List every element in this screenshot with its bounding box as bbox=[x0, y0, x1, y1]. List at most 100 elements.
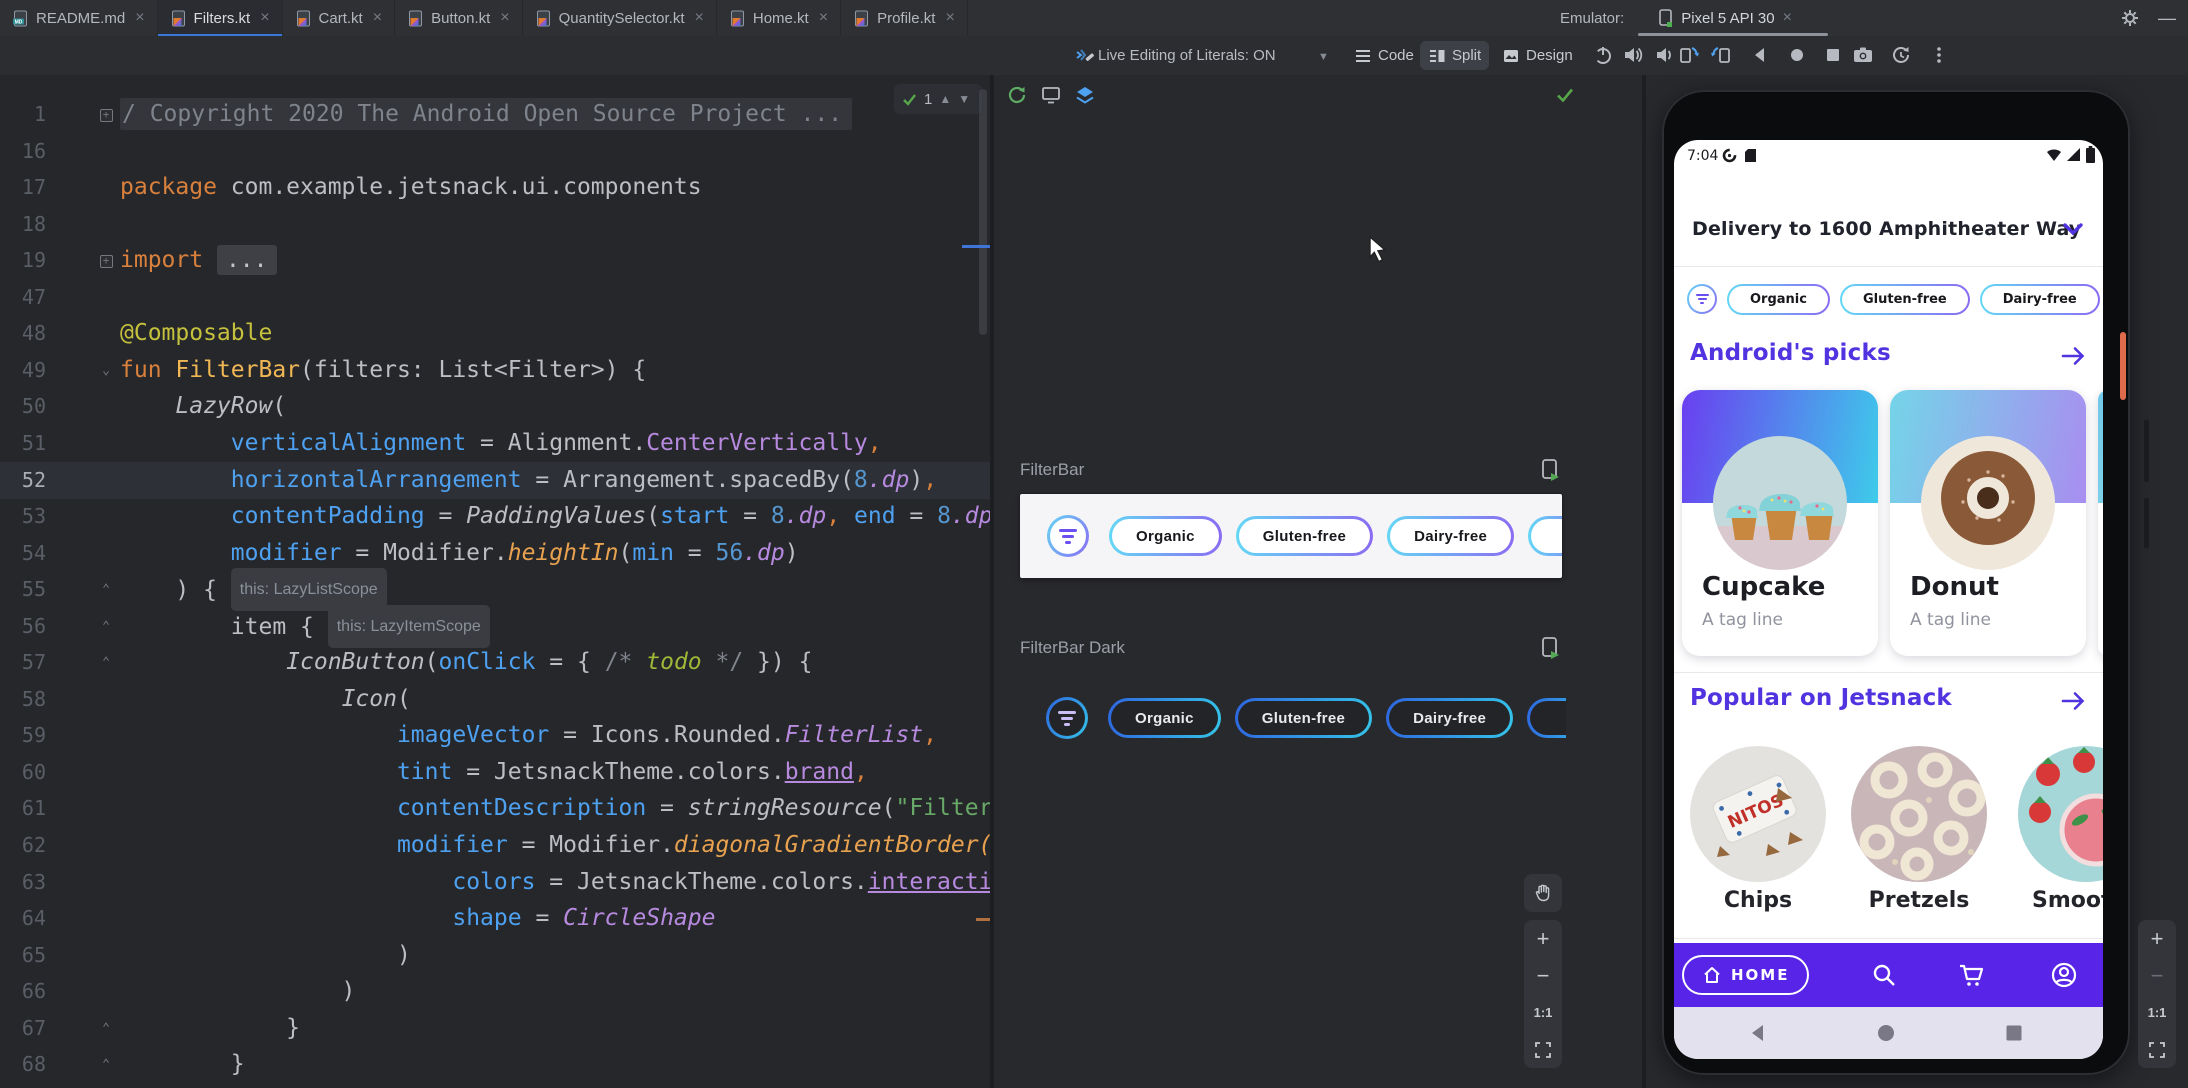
code-line-54[interactable]: 54 modifier = Modifier.heightIn(min = 56… bbox=[0, 535, 990, 572]
code-line-66[interactable]: 66 ) bbox=[0, 973, 990, 1010]
close-icon[interactable]: × bbox=[695, 9, 704, 27]
code-line-18[interactable]: 18 bbox=[0, 206, 990, 243]
filter-chip-glutenfree[interactable]: Gluten-free bbox=[1236, 516, 1373, 556]
fold-marker-icon[interactable]: ⌃ bbox=[96, 1046, 116, 1083]
tab-quantityselector[interactable]: QuantitySelector.kt × bbox=[523, 0, 717, 36]
zoom-actual-button[interactable]: 1:1 bbox=[2138, 994, 2176, 1031]
code-line-55[interactable]: 55 ⌃ ) { this: LazyListScope bbox=[0, 568, 990, 612]
rotate-right-icon[interactable] bbox=[1710, 44, 1732, 66]
close-icon[interactable]: × bbox=[260, 9, 269, 27]
zoom-out-button[interactable]: − bbox=[1524, 957, 1562, 994]
close-icon[interactable]: × bbox=[373, 9, 382, 27]
fold-marker-icon[interactable]: ⌃ bbox=[96, 1010, 116, 1047]
minimize-icon[interactable]: — bbox=[2158, 8, 2176, 29]
filter-chip-dairyfree[interactable]: Dairy-free bbox=[1387, 516, 1514, 556]
pretzels-photo[interactable] bbox=[1851, 746, 1987, 882]
code-line-63[interactable]: 63 colors = JetsnackTheme.colors.interac… bbox=[0, 864, 990, 901]
chips-photo[interactable]: NITOS bbox=[1690, 746, 1826, 882]
code-line-64[interactable]: 64 shape = CircleShape bbox=[0, 900, 990, 937]
fold-marker-icon[interactable]: ⌄ bbox=[96, 352, 116, 389]
chevron-down-icon[interactable] bbox=[2062, 222, 2084, 238]
code-line-47[interactable]: 47 bbox=[0, 279, 990, 316]
overview-icon[interactable] bbox=[1822, 44, 1844, 66]
search-icon[interactable] bbox=[1870, 961, 1898, 989]
volume-up-icon[interactable] bbox=[1622, 44, 1644, 66]
code-line-49[interactable]: 49 ⌄ fun FilterBar(filters: List<Filter>) … bbox=[0, 352, 990, 389]
tab-profile[interactable]: Profile.kt × bbox=[841, 0, 968, 36]
filter-list-icon[interactable] bbox=[1687, 284, 1717, 314]
fold-marker-icon[interactable]: + bbox=[96, 242, 116, 279]
code-line-17[interactable]: 17 package com.example.jetsnack.ui.compon… bbox=[0, 169, 990, 206]
editor-scrollbar[interactable] bbox=[979, 89, 987, 335]
close-icon[interactable]: × bbox=[135, 9, 144, 27]
zoom-in-button[interactable]: + bbox=[2138, 920, 2176, 957]
code-line-19[interactable]: 19 + import ... bbox=[0, 242, 990, 279]
power-icon[interactable] bbox=[1592, 44, 1614, 66]
code-line-68[interactable]: 68 ⌃ } bbox=[0, 1046, 990, 1083]
ui-check-icon[interactable] bbox=[1040, 84, 1062, 106]
camera-icon[interactable] bbox=[1852, 44, 1874, 66]
close-icon[interactable]: × bbox=[819, 9, 828, 27]
android-home-button[interactable] bbox=[1876, 1023, 1896, 1043]
snapshot-restore-icon[interactable] bbox=[1890, 44, 1912, 66]
zoom-out-button[interactable]: − bbox=[2138, 957, 2176, 994]
snack-card-donut[interactable]: Donut A tag line bbox=[1890, 390, 2086, 656]
filter-list-icon[interactable] bbox=[1046, 697, 1088, 739]
zoom-fit-button[interactable] bbox=[2138, 1031, 2176, 1068]
filter-chip-partial[interactable] bbox=[1527, 698, 1566, 738]
snack-card-cupcake[interactable]: Cupcake A tag line bbox=[1682, 390, 1878, 656]
code-line-65[interactable]: 65 ) bbox=[0, 937, 990, 974]
home-icon[interactable] bbox=[1786, 44, 1808, 66]
code-line-1[interactable]: 1 + / Copyright 2020 The Android Open Sour… bbox=[0, 96, 990, 133]
layers-icon[interactable] bbox=[1074, 84, 1096, 106]
close-icon[interactable]: × bbox=[1783, 9, 1792, 27]
tab-home[interactable]: Home.kt × bbox=[717, 0, 842, 36]
code-editor[interactable]: 1 + / Copyright 2020 The Android Open Sour… bbox=[0, 75, 990, 1088]
device-screen[interactable]: 7:04 Delivery to 1600 Amphitheater Way O… bbox=[1674, 140, 2103, 1059]
filter-chip-dairyfree[interactable]: Dairy-free bbox=[1980, 284, 2100, 315]
filter-chip-partial[interactable] bbox=[1528, 516, 1562, 556]
filter-chip-glutenfree[interactable]: Gluten-free bbox=[1235, 698, 1372, 738]
mode-design-button[interactable]: Design bbox=[1494, 41, 1581, 70]
live-edit-label[interactable]: Live Editing of Literals: ON bbox=[1098, 47, 1276, 64]
zoom-in-button[interactable]: + bbox=[1524, 920, 1562, 957]
android-overview-button[interactable] bbox=[2004, 1023, 2024, 1043]
filter-chip-glutenfree[interactable]: Gluten-free bbox=[1840, 284, 1970, 315]
build-refresh-icon[interactable] bbox=[1006, 84, 1028, 106]
filter-chip-organic[interactable]: Organic bbox=[1109, 516, 1222, 556]
filter-chip-dairyfree[interactable]: Dairy-free bbox=[1386, 698, 1513, 738]
smoothie-photo[interactable] bbox=[2018, 746, 2103, 882]
fold-marker-icon[interactable]: ⌃ bbox=[96, 644, 116, 681]
mode-code-button[interactable]: Code bbox=[1346, 41, 1422, 70]
gear-icon[interactable] bbox=[2120, 8, 2140, 28]
emulator-device-tab[interactable]: Pixel 5 API 30 × bbox=[1638, 0, 1828, 36]
chevron-down-icon[interactable]: ▼ bbox=[1318, 51, 1329, 63]
code-line-53[interactable]: 53 contentPadding = PaddingValues(start … bbox=[0, 498, 990, 535]
cart-icon[interactable] bbox=[1957, 961, 1985, 989]
rotate-left-icon[interactable] bbox=[1678, 44, 1700, 66]
code-line-59[interactable]: 59 imageVector = Icons.Rounded.FilterLis… bbox=[0, 717, 990, 754]
tab-filters[interactable]: Filters.kt × bbox=[157, 0, 283, 37]
filter-list-icon[interactable] bbox=[1047, 515, 1089, 557]
volume-down-icon[interactable] bbox=[1652, 44, 1674, 66]
nav-home-button[interactable]: HOME bbox=[1682, 955, 1810, 995]
filter-chip-organic[interactable]: Organic bbox=[1727, 284, 1830, 315]
tab-readme[interactable]: MD README.md × bbox=[0, 0, 158, 36]
mode-split-button[interactable]: Split bbox=[1420, 41, 1490, 70]
snack-card-partial[interactable] bbox=[2098, 390, 2103, 656]
filter-chip-organic[interactable]: Organic bbox=[1108, 698, 1221, 738]
inspections-widget[interactable]: 1 ▲ ▼ bbox=[894, 84, 982, 114]
code-line-16[interactable]: 16 bbox=[0, 133, 990, 170]
run-preview-icon[interactable] bbox=[1540, 636, 1560, 660]
code-line-61[interactable]: 61 contentDescription = stringResource("… bbox=[0, 790, 990, 827]
arrow-right-icon[interactable] bbox=[2060, 688, 2086, 714]
pan-tool-button[interactable] bbox=[1524, 874, 1562, 912]
zoom-fit-button[interactable] bbox=[1524, 1031, 1562, 1068]
fold-marker-icon[interactable]: ⌃ bbox=[96, 571, 116, 608]
kebab-menu-icon[interactable] bbox=[1928, 44, 1950, 66]
code-line-56[interactable]: 56 ⌃ item { this: LazyItemScope bbox=[0, 604, 990, 648]
code-line-67[interactable]: 67 ⌃ } bbox=[0, 1010, 990, 1047]
tab-button[interactable]: Button.kt × bbox=[395, 0, 523, 36]
code-line-60[interactable]: 60 tint = JetsnackTheme.colors.brand, bbox=[0, 754, 990, 791]
run-preview-icon[interactable] bbox=[1540, 458, 1560, 482]
